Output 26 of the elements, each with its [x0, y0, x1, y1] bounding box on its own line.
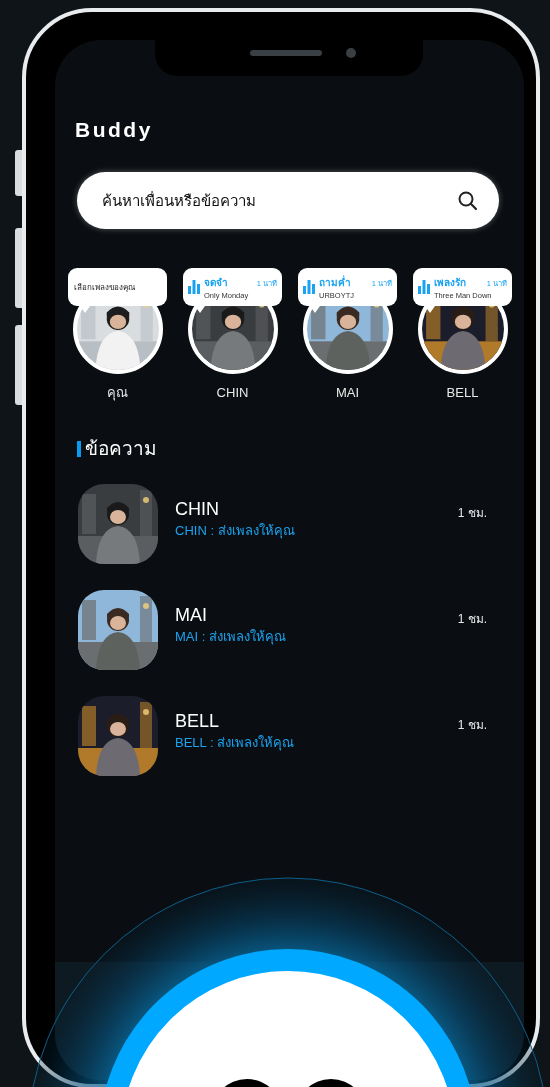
accent-bar [77, 441, 81, 457]
song-title: ถามค่ำ [319, 274, 351, 290]
story-name: BELL [446, 384, 479, 402]
story-name: MAI [335, 384, 360, 402]
contact-name[interactable]: BELL [175, 710, 458, 732]
message-time: 1 ชม. [457, 717, 488, 734]
contact-name[interactable]: MAI [175, 604, 458, 626]
message-time: 1 ชม. [457, 505, 488, 522]
message-preview: MAI : ส่งเพลงให้คุณ [175, 628, 287, 646]
message-time: 1 ชม. [457, 611, 488, 628]
message-preview: CHIN : ส่งเพลงให้คุณ [175, 522, 296, 540]
song-title: เพลงรัก [434, 275, 466, 290]
search-input[interactable]: ค้นหาเพื่อนหรือข้อความ [100, 191, 457, 210]
song-title: จดจำ [204, 275, 228, 290]
side-key [15, 150, 22, 196]
equalizer-icon [418, 280, 430, 294]
app-title: Buddy [75, 118, 154, 142]
contact-name[interactable]: CHIN [175, 498, 458, 520]
message-preview: BELL : ส่งเพลงให้คุณ [175, 734, 296, 752]
search-icon[interactable] [457, 189, 479, 212]
section-title: ข้อความ [85, 438, 157, 460]
search-bar[interactable]: ค้นหาเพื่อนหรือข้อความ [77, 172, 499, 229]
equalizer-icon [303, 280, 315, 294]
story-name: คุณ [107, 384, 128, 402]
story-name: CHIN [216, 384, 249, 402]
equalizer-icon [188, 280, 200, 294]
